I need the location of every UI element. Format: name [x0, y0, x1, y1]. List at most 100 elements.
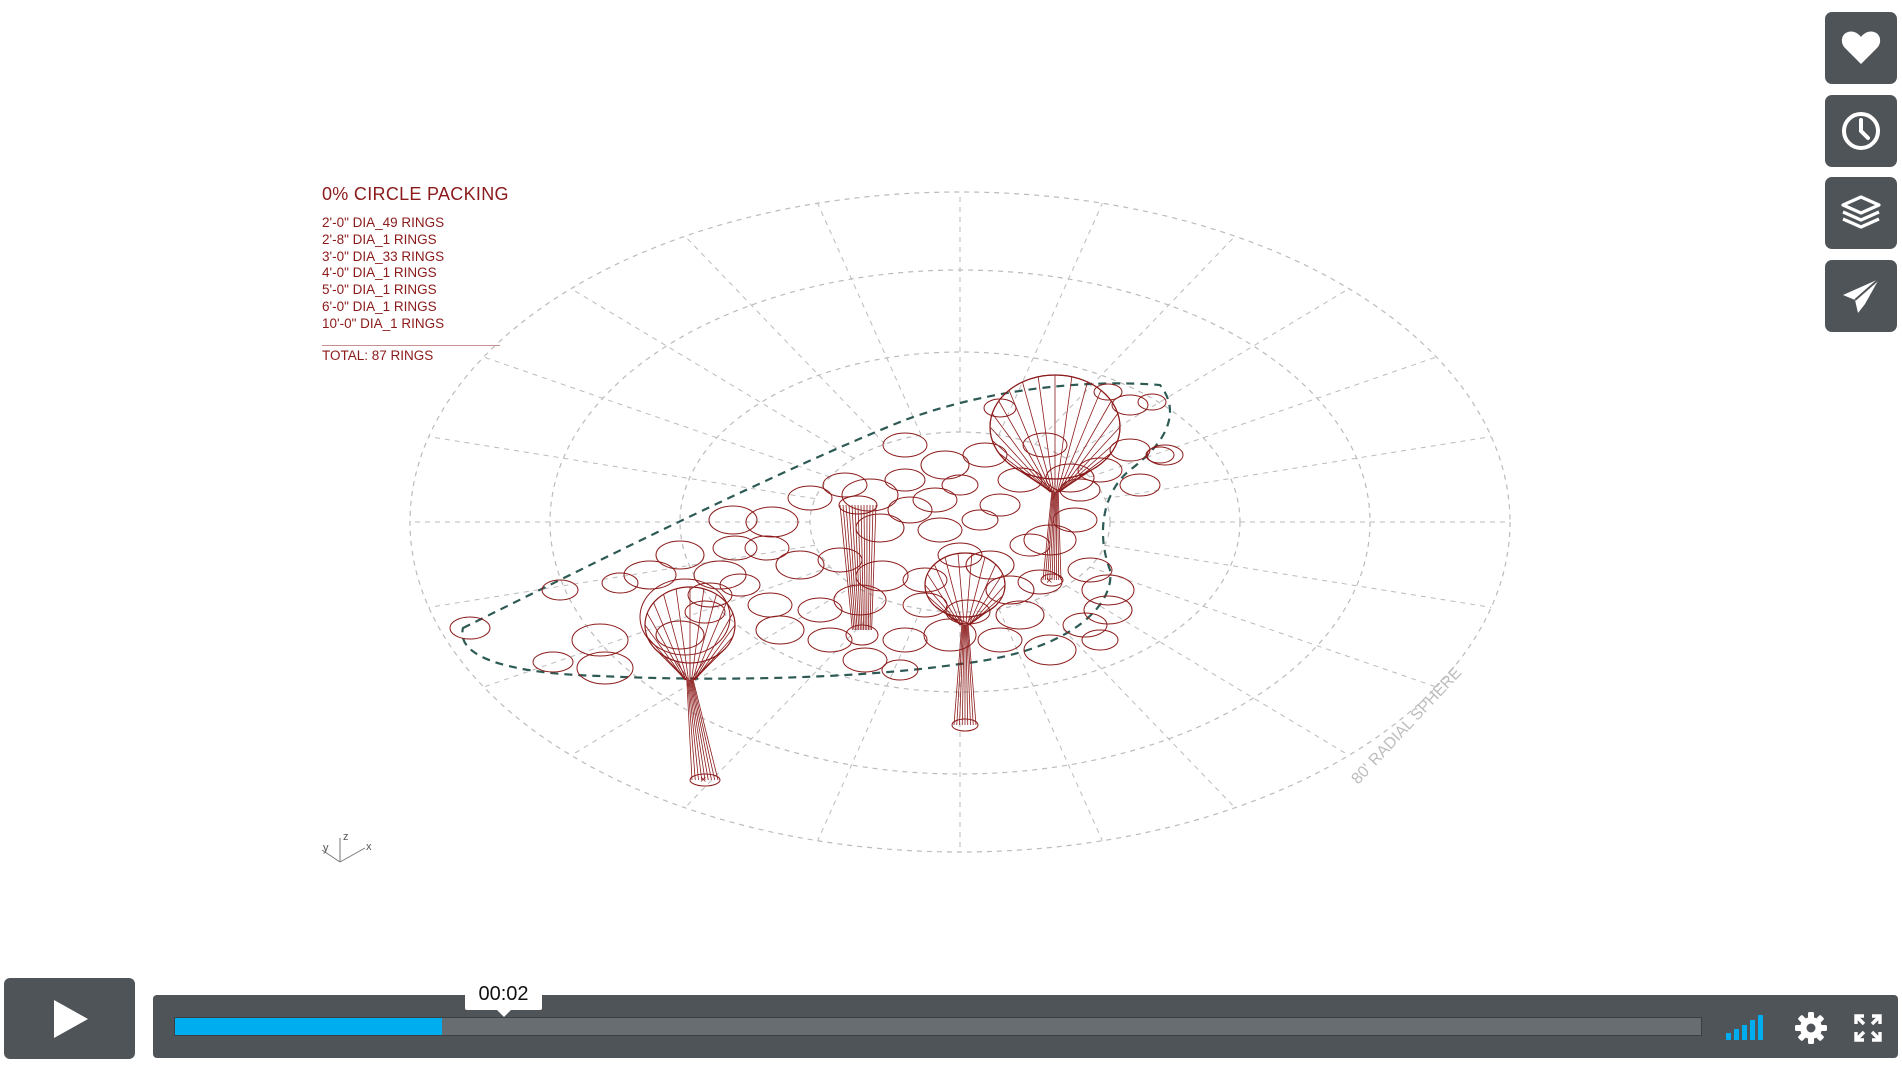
ring — [449, 616, 491, 640]
legend-row: 3'-0" DIA_33 RINGS — [322, 248, 445, 264]
grid-spoke — [684, 235, 886, 445]
grid-spoke — [1065, 585, 1350, 756]
legend-row: 5'-0" DIA_1 RINGS — [322, 282, 437, 298]
share-button[interactable] — [1825, 260, 1897, 332]
ring — [884, 468, 926, 492]
column-rib — [646, 636, 686, 681]
trunk-right — [1040, 491, 1064, 587]
base-mark: × — [1046, 575, 1052, 587]
legend-row: 2'-0" DIA_49 RINGS — [322, 215, 445, 230]
settings-button[interactable] — [1793, 1010, 1829, 1046]
column-rib — [927, 595, 961, 626]
progress-bar[interactable] — [174, 1017, 1702, 1036]
ring — [655, 540, 705, 570]
ring — [855, 513, 905, 543]
fullscreen-icon — [1854, 1014, 1882, 1042]
radial-grid — [409, 191, 1511, 853]
grid-spoke — [483, 566, 831, 688]
ring — [979, 493, 1021, 517]
legend-total: TOTAL: 87 RINGS — [322, 347, 434, 363]
column-rib — [957, 553, 965, 626]
column-rib — [675, 588, 689, 681]
watch-later-button[interactable] — [1825, 95, 1897, 167]
like-button[interactable] — [1825, 12, 1897, 84]
grid-ring — [549, 269, 1371, 775]
ring — [842, 647, 888, 673]
grid-spoke — [998, 203, 1103, 436]
ring — [941, 474, 979, 496]
column-cone — [838, 495, 879, 646]
ring — [532, 651, 574, 673]
grid-spoke — [998, 608, 1103, 841]
grid-spoke — [1065, 288, 1350, 459]
trunk-line — [691, 679, 712, 781]
grid-spoke — [428, 544, 816, 608]
column-rib — [965, 553, 973, 626]
boundary-outline — [461, 382, 1172, 680]
axis-y-label: y — [323, 842, 329, 854]
volume-icon — [1726, 1015, 1763, 1040]
settings-icon — [1795, 1012, 1827, 1044]
grid-spoke — [1034, 599, 1236, 809]
column-right — [989, 374, 1121, 493]
ring — [977, 627, 1023, 653]
legend: 0% CIRCLE PACKING 2'-0" DIA_49 RINGS 2'-… — [322, 184, 509, 364]
grid-spoke — [1034, 235, 1236, 445]
collections-button[interactable] — [1825, 177, 1897, 249]
trunk-line — [689, 679, 706, 781]
column-rib — [969, 573, 1003, 626]
ring — [744, 535, 790, 561]
ring — [1119, 473, 1161, 497]
ring — [912, 487, 958, 513]
ring — [745, 506, 799, 538]
ring — [576, 651, 634, 685]
progress-played — [175, 1018, 443, 1035]
grid-spoke — [570, 288, 855, 459]
column-rib — [991, 440, 1051, 493]
axis-z-label: z — [343, 831, 349, 843]
column-left — [644, 586, 736, 681]
axis-gizmo: y z x — [321, 831, 372, 863]
sphere-label: 80' RADIAL SPHERE — [1348, 664, 1465, 787]
legend-row: 4'-0" DIA_1 RINGS — [322, 265, 437, 281]
grid-spoke — [1104, 544, 1492, 608]
column-rib — [644, 624, 686, 681]
column-rib — [924, 584, 961, 626]
ring — [887, 496, 933, 524]
ring — [747, 592, 793, 618]
grid-spoke — [817, 203, 922, 436]
ring — [1067, 557, 1113, 583]
ring — [1083, 595, 1133, 625]
paper-plane-icon — [1843, 278, 1880, 313]
trunk-left — [686, 679, 721, 787]
fullscreen-button[interactable] — [1850, 1010, 1886, 1046]
circle-packing-drawing: ×× 80' RADIAL SPHERE y z x — [321, 191, 1511, 863]
volume-button[interactable] — [1724, 1012, 1772, 1042]
packed-rings — [449, 374, 1184, 685]
grid-spoke — [1089, 566, 1437, 688]
ring — [822, 472, 868, 498]
tree-columns: ×× — [644, 374, 1121, 787]
grid-spoke — [483, 356, 831, 478]
axis-x-label: x — [366, 841, 372, 853]
legend-row: 6'-0" DIA_1 RINGS — [322, 298, 437, 314]
column-rib — [933, 564, 962, 626]
ring — [1023, 634, 1077, 666]
ring — [755, 615, 805, 645]
ring — [1022, 432, 1068, 458]
play-button[interactable] — [4, 978, 135, 1059]
legend-row: 2'-8" DIA_1 RINGS — [322, 231, 437, 247]
ring — [541, 579, 579, 601]
ring — [1081, 629, 1119, 651]
legend-row: 10'-0" DIA_1 RINGS — [322, 315, 445, 331]
ring — [882, 432, 928, 458]
ring — [1145, 446, 1175, 464]
ring — [902, 592, 948, 618]
grid-spoke — [428, 436, 816, 500]
column-rib — [693, 602, 727, 681]
ring — [1062, 612, 1108, 638]
cone-line — [863, 504, 866, 631]
ring — [882, 627, 928, 653]
cone-line — [842, 504, 855, 631]
legend-divider — [322, 344, 500, 346]
